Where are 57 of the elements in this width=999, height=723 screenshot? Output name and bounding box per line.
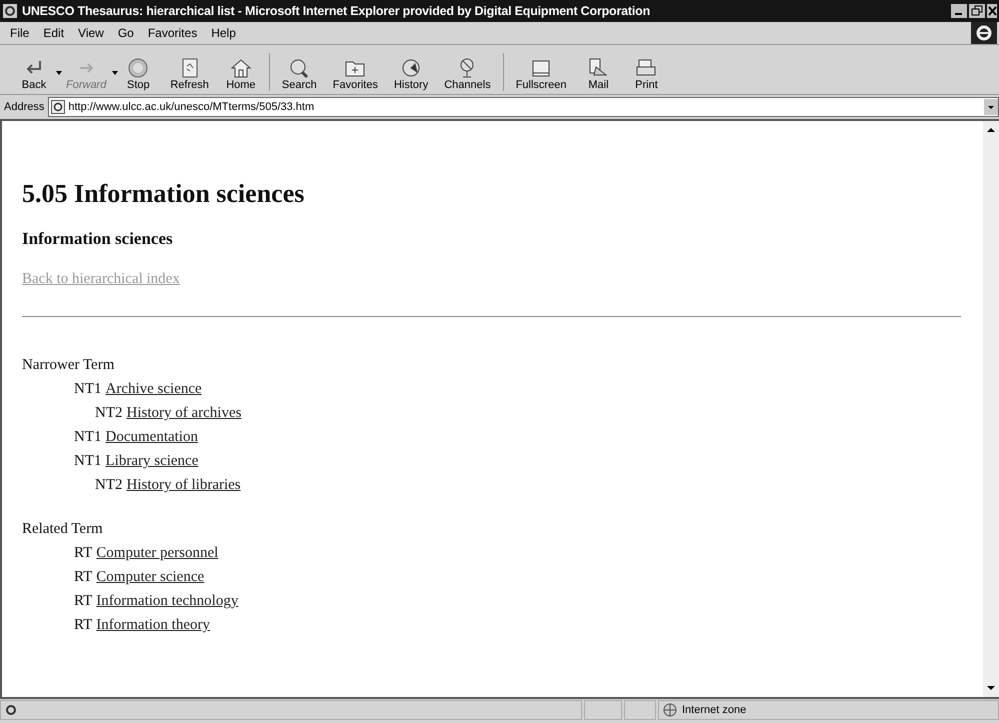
toolbar-button[interactable]: Stop [114, 57, 162, 91]
menu-item[interactable]: Help [211, 26, 236, 40]
toolbar-button[interactable]: History [386, 57, 436, 91]
page-icon [4, 703, 18, 717]
browser-logo-icon [971, 22, 997, 44]
term-prefix: RT [74, 544, 92, 563]
toolbar-button[interactable]: Back [10, 57, 58, 91]
menu-item[interactable]: View [78, 26, 104, 40]
toolbar-button[interactable]: Mail [574, 57, 622, 91]
term-prefix: NT1 [74, 452, 102, 471]
term-prefix: RT [74, 592, 92, 611]
term-link[interactable]: History of libraries [126, 473, 241, 497]
menu-item[interactable]: Edit [43, 26, 64, 40]
window-title: UNESCO Thesaurus: hierarchical list - Microsoft Internet Explorer provided by Digital Equipment Corporation [22, 4, 650, 18]
security-zone: Internet zone [682, 704, 746, 716]
status-bar-panel [584, 700, 622, 720]
close-icon[interactable] [987, 4, 997, 18]
stop-icon [126, 57, 150, 79]
term-link[interactable]: Computer personnel [96, 541, 218, 565]
dropdown-arrow-icon[interactable] [56, 71, 62, 75]
term-link[interactable]: Information theory [96, 613, 210, 637]
page-heading: 5.05 Information sciences [22, 179, 306, 209]
term-link[interactable]: History of archives [126, 401, 242, 425]
term-prefix: RT [74, 616, 92, 635]
scrollbar[interactable] [983, 121, 999, 697]
status-bar-panel [624, 700, 656, 720]
toolbar-button[interactable]: Search [274, 57, 325, 91]
menu-item[interactable]: Go [118, 26, 134, 40]
toolbar-button[interactable]: Favorites [324, 57, 386, 91]
term-heading: Information sciences [22, 229, 174, 249]
page-icon [51, 100, 66, 114]
term-prefix: RT [74, 568, 92, 587]
term-prefix: NT1 [74, 380, 102, 399]
toolbar-button[interactable]: Refresh [162, 57, 217, 91]
toolbar-button[interactable]: Channels [436, 57, 499, 91]
term-prefix: NT2 [95, 476, 122, 495]
browser-icon [2, 3, 18, 19]
term-prefix: NT1 [74, 428, 102, 447]
term-link[interactable]: Documentation [106, 425, 198, 449]
toolbar-button[interactable]: Print [622, 57, 670, 91]
term-prefix: NT2 [95, 404, 122, 423]
menu-item[interactable]: File [10, 26, 30, 40]
toolbar-button[interactable]: Home [216, 57, 265, 91]
address-label: Address [4, 101, 44, 113]
term-link[interactable]: Library science [106, 449, 198, 473]
term-link[interactable]: Archive science [106, 377, 202, 401]
term-link[interactable]: Computer science [96, 565, 204, 589]
minimize-icon[interactable] [951, 4, 967, 18]
globe-icon [662, 703, 678, 717]
home-icon [228, 57, 253, 79]
section-label: Narrower Term [22, 356, 116, 375]
toolbar-button[interactable]: Fullscreen [508, 57, 574, 91]
term-link[interactable]: Information technology [96, 589, 238, 613]
restore-icon[interactable] [969, 4, 985, 18]
section-label: Related Term [22, 520, 104, 539]
menu-item[interactable]: Favorites [148, 26, 198, 40]
address-field[interactable]: http://www.ulcc.ac.uk/unesco/MTterms/505/33.htm [48, 97, 999, 117]
